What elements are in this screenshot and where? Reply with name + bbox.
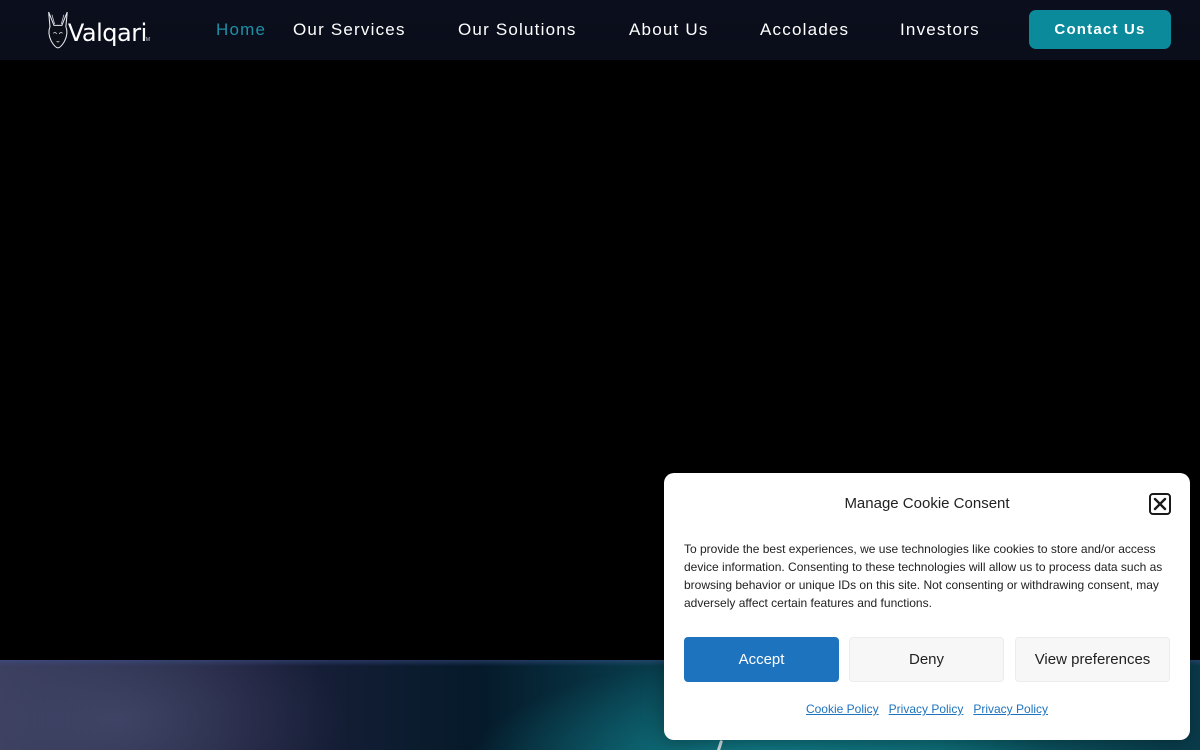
- nav-item-our-services[interactable]: Our Services: [293, 18, 406, 42]
- nav-item-home[interactable]: Home: [216, 18, 266, 42]
- cookie-policy-links: Cookie Policy Privacy Policy Privacy Pol…: [664, 702, 1190, 716]
- cookie-dialog-body: To provide the best experiences, we use …: [684, 542, 1163, 610]
- logo-trademark: TM: [142, 37, 150, 43]
- close-icon[interactable]: [1149, 493, 1171, 515]
- deny-button[interactable]: Deny: [849, 637, 1004, 682]
- accept-button[interactable]: Accept: [684, 637, 839, 682]
- nav-item-accolades[interactable]: Accolades: [760, 18, 849, 42]
- fox-mask-icon: [48, 11, 68, 49]
- cookie-dialog-title: Manage Cookie Consent: [844, 495, 1010, 512]
- nav-item-about-us[interactable]: About Us: [629, 18, 709, 42]
- nav-item-our-solutions[interactable]: Our Solutions: [458, 18, 577, 42]
- contact-us-button[interactable]: Contact Us: [1029, 10, 1171, 49]
- cookie-consent-dialog: Manage Cookie Consent To provide the bes…: [664, 473, 1190, 740]
- privacy-policy-link[interactable]: Privacy Policy: [889, 702, 964, 716]
- top-navigation: Valqari TM Home Our Services Our Solutio…: [0, 0, 1200, 60]
- nav-item-investors[interactable]: Investors: [900, 18, 980, 42]
- cookie-policy-link[interactable]: Cookie Policy: [806, 702, 879, 716]
- valqari-logo[interactable]: Valqari TM: [46, 0, 154, 60]
- view-preferences-button[interactable]: View preferences: [1015, 637, 1170, 682]
- close-x-glyph: [1153, 497, 1167, 511]
- logo-wordmark: Valqari: [67, 19, 147, 47]
- privacy-policy-link-secondary[interactable]: Privacy Policy: [973, 702, 1048, 716]
